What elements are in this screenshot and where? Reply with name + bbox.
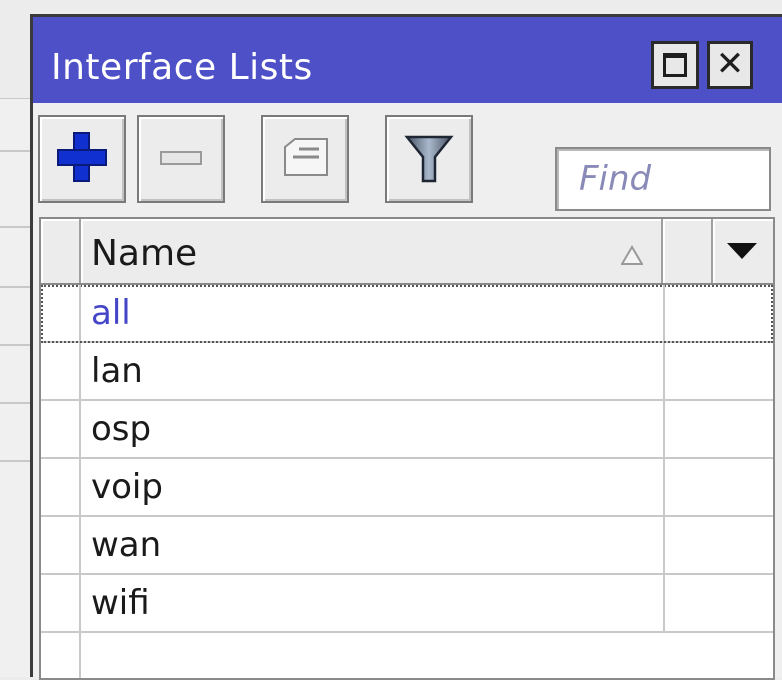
table-row[interactable]: osp xyxy=(41,401,773,459)
table-row[interactable]: voip xyxy=(41,459,773,517)
column-divider xyxy=(663,343,665,399)
interface-lists-window: Interface Lists ✕ Find Name all lan osp … xyxy=(30,14,782,680)
column-menu-button[interactable] xyxy=(713,219,773,283)
column-divider xyxy=(663,401,665,457)
comment-icon xyxy=(284,138,328,176)
interface-list-table: Name all lan osp voip wan wifi xyxy=(39,217,775,680)
column-divider xyxy=(663,459,665,515)
filter-icon xyxy=(404,135,454,183)
name-column-label: Name xyxy=(91,233,198,274)
row-selector[interactable] xyxy=(41,459,81,515)
add-button[interactable] xyxy=(38,115,126,203)
table-header: Name xyxy=(41,219,773,285)
background-row-divider xyxy=(0,344,30,346)
row-name: wan xyxy=(91,525,162,565)
row-name: lan xyxy=(91,351,143,391)
table-row[interactable]: wifi xyxy=(41,575,773,633)
background-row-divider xyxy=(0,402,30,404)
background-row-divider xyxy=(0,460,30,462)
empty-selector-column xyxy=(41,633,81,678)
row-selector[interactable] xyxy=(41,517,81,573)
column-divider xyxy=(663,285,665,341)
extra-column-header[interactable] xyxy=(663,219,713,283)
sort-ascending-icon xyxy=(621,245,643,265)
select-column-header[interactable] xyxy=(41,219,81,283)
filter-button[interactable] xyxy=(385,115,473,203)
column-divider xyxy=(663,575,665,631)
maximize-button[interactable] xyxy=(651,41,699,89)
background-window xyxy=(0,0,30,677)
row-name: all xyxy=(91,293,131,333)
row-selector[interactable] xyxy=(41,401,81,457)
name-column-header[interactable]: Name xyxy=(81,219,663,283)
close-icon: ✕ xyxy=(715,44,745,84)
comment-button[interactable] xyxy=(261,115,349,203)
row-selector[interactable] xyxy=(41,285,81,341)
row-selector[interactable] xyxy=(41,575,81,631)
minus-icon xyxy=(160,151,202,165)
table-row[interactable]: wan xyxy=(41,517,773,575)
toolbar xyxy=(33,103,782,213)
remove-button[interactable] xyxy=(137,115,225,203)
chevron-down-icon xyxy=(727,243,757,259)
close-button[interactable]: ✕ xyxy=(707,41,753,89)
window-title: Interface Lists xyxy=(51,47,313,88)
row-name: osp xyxy=(91,409,152,449)
maximize-icon xyxy=(663,53,687,77)
plus-icon xyxy=(57,132,107,182)
row-name: wifi xyxy=(91,583,150,623)
row-selector[interactable] xyxy=(41,343,81,399)
find-input[interactable] xyxy=(557,149,769,209)
background-window-header xyxy=(0,0,30,99)
background-row-divider xyxy=(0,226,30,228)
column-divider xyxy=(663,517,665,573)
row-name: voip xyxy=(91,467,163,507)
table-row[interactable]: all xyxy=(41,285,773,343)
background-row-divider xyxy=(0,150,30,152)
title-bar[interactable]: Interface Lists ✕ xyxy=(33,17,782,103)
find-field[interactable] xyxy=(555,147,771,211)
background-row-divider xyxy=(0,286,30,288)
table-row[interactable]: lan xyxy=(41,343,773,401)
